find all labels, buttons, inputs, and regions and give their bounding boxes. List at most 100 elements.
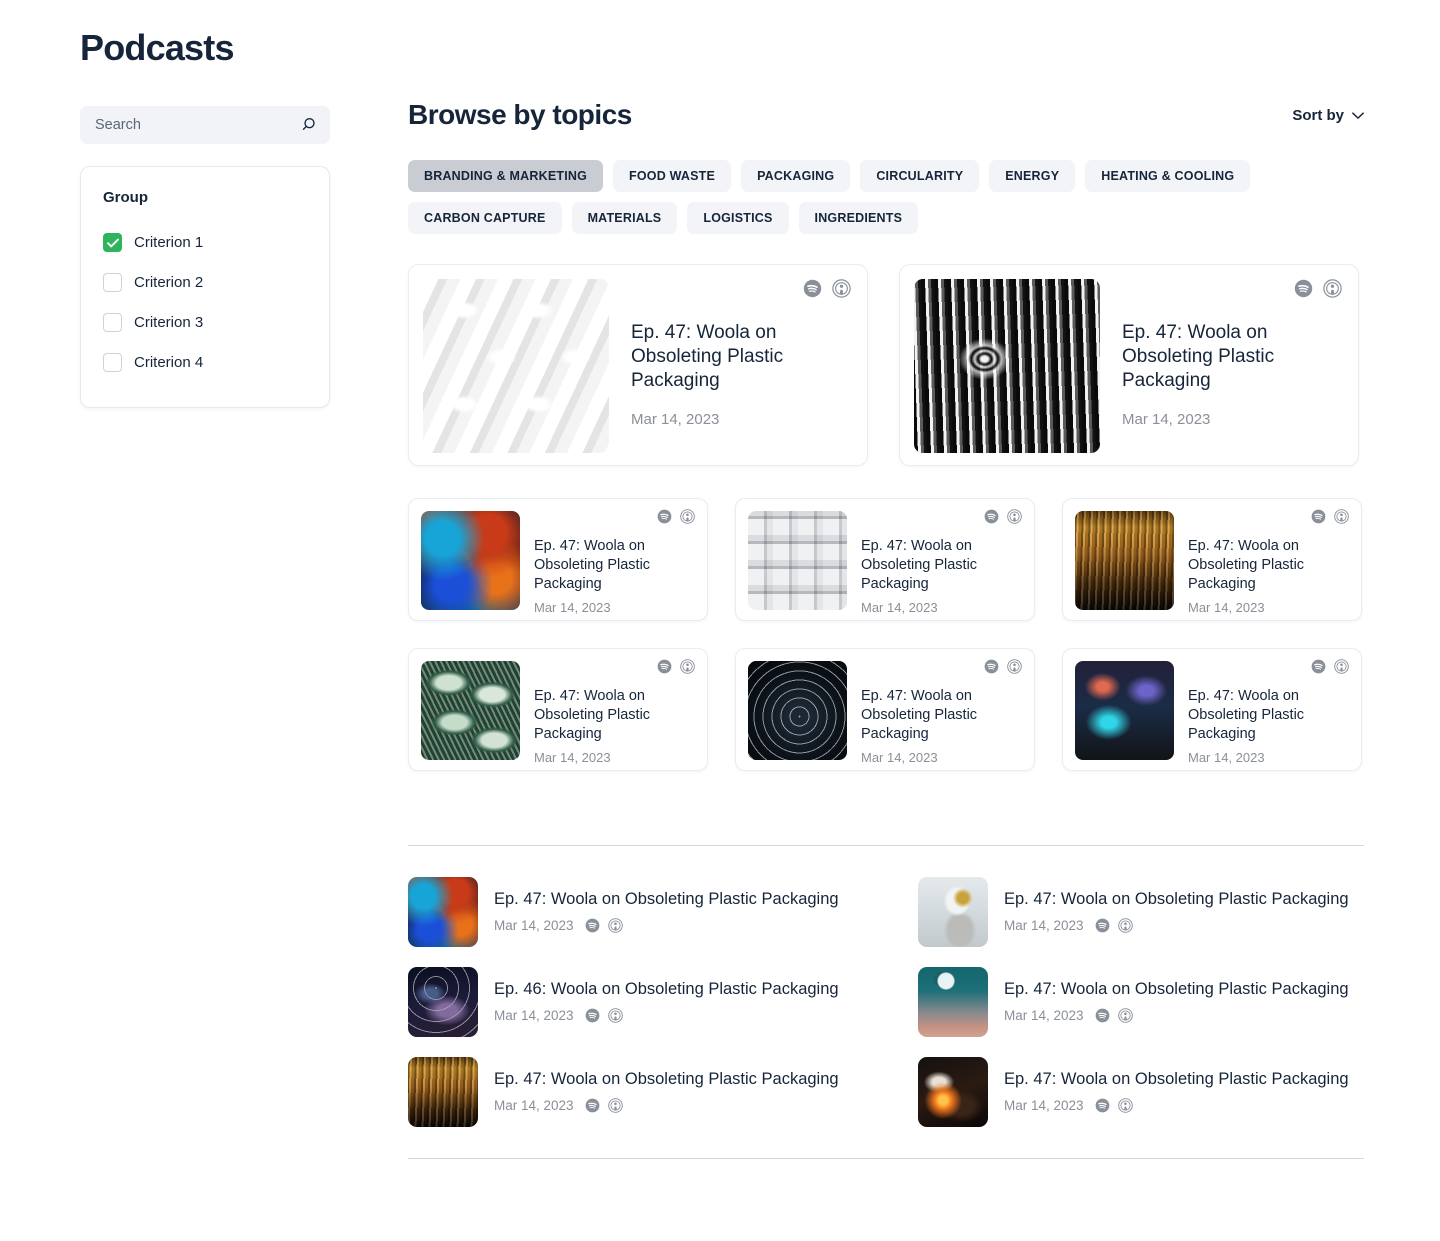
episode-artwork bbox=[914, 278, 1100, 453]
list-item[interactable]: Ep. 47: Woola on Obsoleting Plastic Pack… bbox=[408, 876, 918, 947]
episode-card-grid: Ep. 47: Woola on Obsoleting Plastic Pack… bbox=[408, 497, 1364, 771]
spotify-icon[interactable] bbox=[984, 509, 999, 524]
episode-artwork bbox=[918, 876, 988, 947]
topic-pill-list: BRANDING & MARKETING FOOD WASTE PACKAGIN… bbox=[408, 159, 1258, 234]
episode-title: Ep. 47: Woola on Obsoleting Plastic Pack… bbox=[1188, 687, 1305, 743]
episode-card-body: Ep. 47: Woola on Obsoleting Plastic Pack… bbox=[1188, 511, 1338, 615]
list-item-body: Ep. 47: Woola on Obsoleting Plastic Pack… bbox=[1004, 1070, 1349, 1113]
episode-artwork bbox=[918, 966, 988, 1037]
spotify-icon[interactable] bbox=[585, 1008, 600, 1023]
episode-card[interactable]: Ep. 47: Woola on Obsoleting Plastic Pack… bbox=[1062, 647, 1362, 771]
left-sidebar: Podcasts Group Criterion 1 bbox=[80, 28, 380, 408]
spotify-icon[interactable] bbox=[657, 509, 672, 524]
spotify-icon[interactable] bbox=[1311, 659, 1326, 674]
sort-by-control[interactable]: Sort by bbox=[1292, 107, 1364, 124]
apple-podcasts-icon[interactable] bbox=[1323, 279, 1342, 298]
episode-card-body: Ep. 47: Woola on Obsoleting Plastic Pack… bbox=[534, 511, 684, 615]
apple-podcasts-icon[interactable] bbox=[680, 509, 695, 524]
episode-card-body: Ep. 47: Woola on Obsoleting Plastic Pack… bbox=[534, 661, 684, 765]
apple-podcasts-icon[interactable] bbox=[607, 1008, 623, 1023]
list-item[interactable]: Ep. 47: Woola on Obsoleting Plastic Pack… bbox=[918, 966, 1364, 1037]
episode-card[interactable]: Ep. 47: Woola on Obsoleting Plastic Pack… bbox=[408, 497, 708, 621]
spotify-icon[interactable] bbox=[803, 279, 822, 298]
topic-pill-energy[interactable]: ENERGY bbox=[989, 159, 1076, 192]
search-box[interactable] bbox=[80, 105, 330, 144]
topic-pill-ingredients[interactable]: INGREDIENTS bbox=[798, 201, 919, 234]
episode-date: Mar 14, 2023 bbox=[631, 410, 720, 428]
topic-pill-logistics[interactable]: LOGISTICS bbox=[687, 201, 789, 234]
apple-podcasts-icon[interactable] bbox=[1007, 659, 1022, 674]
episode-title: Ep. 47: Woola on Obsoleting Plastic Pack… bbox=[1004, 890, 1349, 909]
checkbox-criterion-3[interactable] bbox=[103, 313, 122, 333]
criterion-row-2[interactable]: Criterion 2 bbox=[103, 263, 307, 303]
featured-card[interactable]: Ep. 47: Woola on Obsoleting Plastic Pack… bbox=[899, 263, 1359, 466]
apple-podcasts-icon[interactable] bbox=[1007, 509, 1022, 524]
criterion-row-3[interactable]: Criterion 3 bbox=[103, 303, 307, 343]
list-item[interactable]: Ep. 47: Woola on Obsoleting Plastic Pack… bbox=[408, 1056, 918, 1127]
episode-title: Ep. 46: Woola on Obsoleting Plastic Pack… bbox=[494, 980, 839, 999]
spotify-icon[interactable] bbox=[1294, 279, 1313, 298]
platform-icons bbox=[1294, 279, 1342, 298]
apple-podcasts-icon[interactable] bbox=[1334, 659, 1349, 674]
spotify-icon[interactable] bbox=[1311, 509, 1326, 524]
checkbox-criterion-2[interactable] bbox=[103, 273, 122, 293]
episode-card[interactable]: Ep. 47: Woola on Obsoleting Plastic Pack… bbox=[735, 497, 1035, 621]
featured-card[interactable]: Ep. 47: Woola on Obsoleting Plastic Pack… bbox=[408, 263, 868, 466]
episode-date: Mar 14, 2023 bbox=[534, 599, 611, 615]
list-item[interactable]: Ep. 46: Woola on Obsoleting Plastic Pack… bbox=[408, 966, 918, 1037]
spotify-icon[interactable] bbox=[1095, 1098, 1110, 1113]
episode-date: Mar 14, 2023 bbox=[494, 1008, 574, 1024]
platform-icons bbox=[1311, 659, 1349, 674]
checkbox-criterion-1[interactable] bbox=[103, 233, 122, 253]
list-item[interactable]: Ep. 47: Woola on Obsoleting Plastic Pack… bbox=[918, 876, 1364, 947]
list-item-meta: Mar 14, 2023 bbox=[494, 1008, 839, 1023]
apple-podcasts-icon[interactable] bbox=[1334, 509, 1349, 524]
topic-pill-branding-marketing[interactable]: BRANDING & MARKETING bbox=[408, 159, 604, 192]
filter-group-title: Group bbox=[103, 188, 148, 206]
episode-card[interactable]: Ep. 47: Woola on Obsoleting Plastic Pack… bbox=[1062, 497, 1362, 621]
episode-date: Mar 14, 2023 bbox=[861, 749, 938, 765]
list-item-body: Ep. 47: Woola on Obsoleting Plastic Pack… bbox=[494, 1070, 839, 1113]
apple-podcasts-icon[interactable] bbox=[1117, 1008, 1133, 1023]
episode-date: Mar 14, 2023 bbox=[1188, 599, 1265, 615]
list-item[interactable]: Ep. 47: Woola on Obsoleting Plastic Pack… bbox=[918, 1056, 1364, 1127]
episode-artwork bbox=[421, 510, 520, 610]
topic-pill-food-waste[interactable]: FOOD WASTE bbox=[613, 159, 732, 192]
sort-by-label: Sort by bbox=[1292, 107, 1344, 124]
checkbox-criterion-4[interactable] bbox=[103, 353, 122, 373]
episode-card[interactable]: Ep. 47: Woola on Obsoleting Plastic Pack… bbox=[408, 647, 708, 771]
episode-title: Ep. 47: Woola on Obsoleting Plastic Pack… bbox=[1188, 537, 1305, 593]
criterion-row-1[interactable]: Criterion 1 bbox=[103, 223, 307, 263]
episode-list: Ep. 47: Woola on Obsoleting Plastic Pack… bbox=[408, 876, 1364, 1127]
topic-pill-materials[interactable]: MATERIALS bbox=[571, 201, 678, 234]
criterion-row-4[interactable]: Criterion 4 bbox=[103, 343, 307, 383]
spotify-icon[interactable] bbox=[1095, 918, 1110, 933]
apple-podcasts-icon[interactable] bbox=[1117, 918, 1133, 933]
apple-podcasts-icon[interactable] bbox=[832, 279, 851, 298]
topic-pill-circularity[interactable]: CIRCULARITY bbox=[860, 159, 980, 192]
platform-icons bbox=[1095, 918, 1133, 933]
apple-podcasts-icon[interactable] bbox=[607, 1098, 623, 1113]
criterion-label-2: Criterion 2 bbox=[134, 274, 204, 292]
platform-icons bbox=[1311, 509, 1349, 524]
spotify-icon[interactable] bbox=[585, 1098, 600, 1113]
episode-card[interactable]: Ep. 47: Woola on Obsoleting Plastic Pack… bbox=[735, 647, 1035, 771]
featured-card-body: Ep. 47: Woola on Obsoleting Plastic Pack… bbox=[631, 279, 826, 451]
episode-date: Mar 14, 2023 bbox=[1188, 749, 1265, 765]
topic-pill-packaging[interactable]: PACKAGING bbox=[741, 159, 851, 192]
apple-podcasts-icon[interactable] bbox=[1117, 1098, 1133, 1113]
topic-pill-heating-cooling[interactable]: HEATING & COOLING bbox=[1085, 159, 1251, 192]
apple-podcasts-icon[interactable] bbox=[680, 659, 695, 674]
search-input[interactable] bbox=[95, 116, 285, 133]
episode-date: Mar 14, 2023 bbox=[861, 599, 938, 615]
spotify-icon[interactable] bbox=[585, 918, 600, 933]
platform-icons bbox=[803, 279, 851, 298]
apple-podcasts-icon[interactable] bbox=[607, 918, 623, 933]
spotify-icon[interactable] bbox=[657, 659, 672, 674]
spotify-icon[interactable] bbox=[984, 659, 999, 674]
platform-icons bbox=[657, 659, 695, 674]
spotify-icon[interactable] bbox=[1095, 1008, 1110, 1023]
topic-pill-carbon-capture[interactable]: CARBON CAPTURE bbox=[408, 201, 562, 234]
search-icon[interactable] bbox=[300, 116, 317, 133]
main-header: Browse by topics Sort by bbox=[408, 99, 1364, 131]
